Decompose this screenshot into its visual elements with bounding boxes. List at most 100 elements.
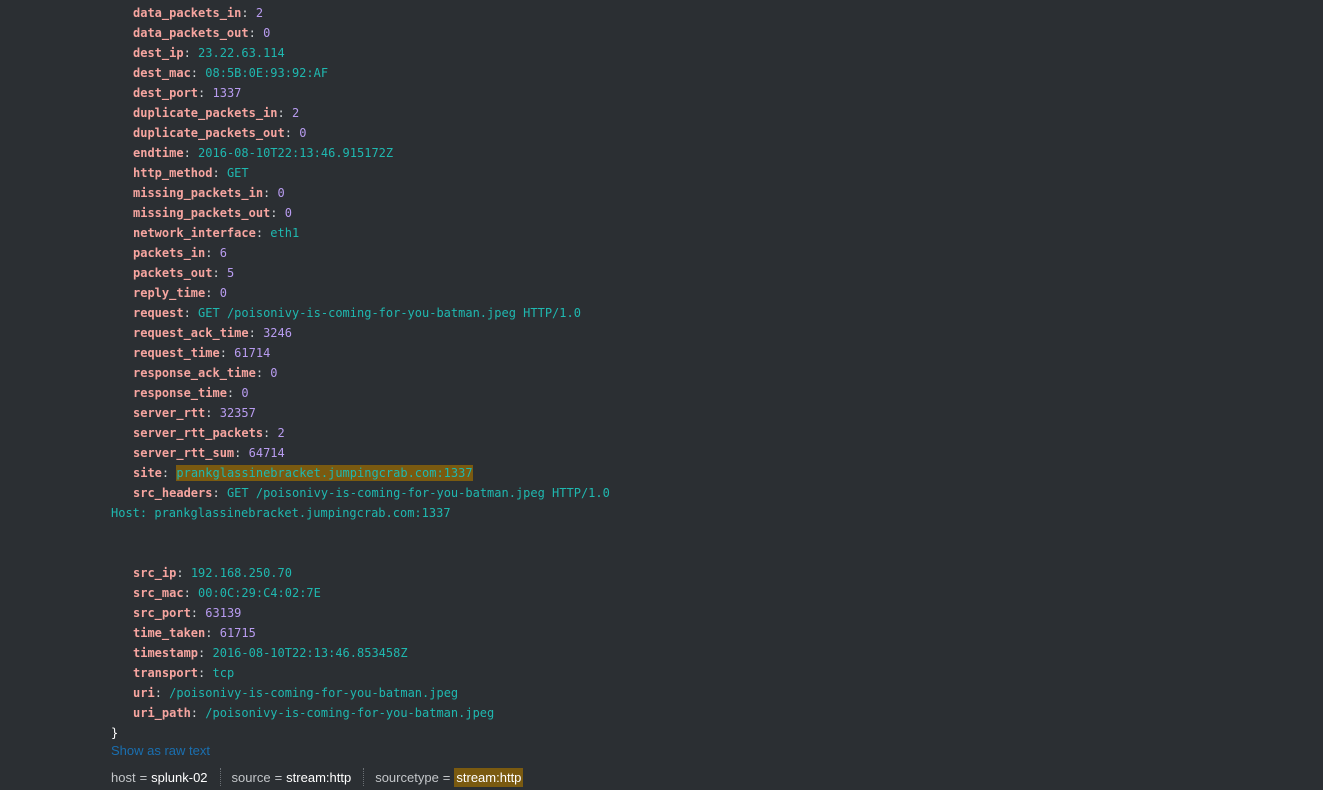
field-value[interactable]: 23.22.63.114 [198, 46, 285, 60]
field-value[interactable]: Host: prankglassinebracket.jumpingcrab.c… [111, 506, 451, 520]
field-value[interactable]: 61714 [234, 346, 270, 360]
meta-divider [219, 768, 221, 786]
field-value[interactable]: 2016-08-10T22:13:46.853458Z [213, 646, 408, 660]
field-key[interactable]: src_mac [133, 586, 184, 600]
field-value[interactable]: 0 [285, 206, 292, 220]
field-key[interactable]: missing_packets_in [133, 186, 263, 200]
field-value[interactable]: 2016-08-10T22:13:46.915172Z [198, 146, 393, 160]
host-value[interactable]: splunk-02 [151, 770, 207, 785]
host-field[interactable]: host = splunk-02 [111, 766, 208, 788]
field-row: network_interface: eth1 [111, 223, 610, 243]
field-colon: : [198, 86, 206, 100]
field-row: dest_port: 1337 [111, 83, 610, 103]
field-key[interactable]: network_interface [133, 226, 256, 240]
field-key[interactable]: endtime [133, 146, 184, 160]
sourcetype-field[interactable]: sourcetype = stream:http [375, 766, 524, 788]
field-key[interactable]: time_taken [133, 626, 205, 640]
field-key[interactable]: src_ip [133, 566, 176, 580]
field-key[interactable]: request_time [133, 346, 220, 360]
field-colon: : [241, 6, 249, 20]
field-key[interactable]: missing_packets_out [133, 206, 270, 220]
field-key[interactable]: request_ack_time [133, 326, 249, 340]
field-key[interactable]: transport [133, 666, 198, 680]
field-colon: : [205, 286, 213, 300]
field-value[interactable]: GET /poisonivy-is-coming-for-you-batman.… [198, 306, 581, 320]
field-row: time_taken: 61715 [111, 623, 610, 643]
source-field[interactable]: source = stream:http [232, 766, 352, 788]
field-value[interactable]: 61715 [220, 626, 256, 640]
field-colon: : [248, 26, 256, 40]
field-row: src_mac: 00:0C:29:C4:02:7E [111, 583, 610, 603]
field-key[interactable]: dest_ip [133, 46, 184, 60]
field-value[interactable]: 2 [292, 106, 299, 120]
field-colon: : [255, 226, 264, 240]
field-key[interactable]: response_time [133, 386, 227, 400]
field-value[interactable]: 64714 [249, 446, 285, 460]
field-colon: : [190, 706, 199, 720]
field-key[interactable]: request [133, 306, 184, 320]
field-value[interactable]: eth1 [270, 226, 299, 240]
show-raw-text-link[interactable]: Show as raw text [111, 743, 210, 758]
field-key[interactable]: data_packets_out [133, 26, 249, 40]
field-key[interactable]: dest_port [133, 86, 198, 100]
field-colon: : [212, 166, 220, 180]
field-row: timestamp: 2016-08-10T22:13:46.853458Z [111, 643, 610, 663]
field-key[interactable]: data_packets_in [133, 6, 241, 20]
field-value[interactable]: 5 [227, 266, 234, 280]
field-key[interactable]: uri [133, 686, 155, 700]
field-value[interactable]: 00:0C:29:C4:02:7E [198, 586, 321, 600]
field-colon: : [284, 126, 292, 140]
field-value[interactable]: 2 [278, 426, 285, 440]
field-colon: : [219, 346, 227, 360]
field-key[interactable]: http_method [133, 166, 212, 180]
field-key[interactable]: duplicate_packets_in [133, 106, 278, 120]
field-row: server_rtt_sum: 64714 [111, 443, 610, 463]
field-value[interactable]: 192.168.250.70 [191, 566, 292, 580]
field-value[interactable]: 32357 [220, 406, 256, 420]
field-row: endtime: 2016-08-10T22:13:46.915172Z [111, 143, 610, 163]
sourcetype-value[interactable]: stream:http [454, 767, 524, 787]
field-key[interactable]: server_rtt [133, 406, 205, 420]
field-value[interactable]: 63139 [205, 606, 241, 620]
field-key[interactable]: uri_path [133, 706, 191, 720]
field-value[interactable]: /poisonivy-is-coming-for-you-batman.jpeg [205, 706, 494, 720]
field-key[interactable]: dest_mac [133, 66, 191, 80]
host-key: host [111, 769, 136, 785]
field-key[interactable]: response_ack_time [133, 366, 256, 380]
field-key[interactable]: src_port [133, 606, 191, 620]
field-value[interactable]: GET [227, 166, 249, 180]
field-row: src_port: 63139 [111, 603, 610, 623]
field-value[interactable]: 1337 [213, 86, 242, 100]
source-value[interactable]: stream:http [286, 770, 351, 785]
field-row: duplicate_packets_in: 2 [111, 103, 610, 123]
field-key[interactable]: server_rtt_sum [133, 446, 234, 460]
field-value[interactable]: 2 [256, 6, 263, 20]
field-row: server_rtt: 32357 [111, 403, 610, 423]
field-value[interactable]: GET /poisonivy-is-coming-for-you-batman.… [227, 486, 610, 500]
field-value[interactable]: tcp [213, 666, 235, 680]
field-value[interactable]: 0 [241, 386, 248, 400]
field-row: response_ack_time: 0 [111, 363, 610, 383]
field-key[interactable]: site [133, 466, 162, 480]
field-value[interactable]: 6 [220, 246, 227, 260]
field-value[interactable]: 0 [299, 126, 306, 140]
field-key[interactable]: server_rtt_packets [133, 426, 263, 440]
field-value[interactable]: 0 [278, 186, 285, 200]
field-colon: : [234, 446, 242, 460]
field-key[interactable]: timestamp [133, 646, 198, 660]
field-value[interactable]: 0 [263, 26, 270, 40]
sourcetype-equals: = [442, 769, 451, 785]
field-key[interactable]: src_headers [133, 486, 212, 500]
field-value[interactable]: 3246 [263, 326, 292, 340]
field-value[interactable]: /poisonivy-is-coming-for-you-batman.jpeg [169, 686, 458, 700]
field-key[interactable]: duplicate_packets_out [133, 126, 285, 140]
field-key[interactable]: packets_in [133, 246, 205, 260]
field-row: request: GET /poisonivy-is-coming-for-yo… [111, 303, 610, 323]
field-value[interactable]: 0 [220, 286, 227, 300]
field-colon: : [277, 106, 285, 120]
field-key[interactable]: packets_out [133, 266, 212, 280]
field-value[interactable]: prankglassinebracket.jumpingcrab.com:133… [176, 465, 473, 481]
field-value[interactable]: 08:5B:0E:93:92:AF [205, 66, 328, 80]
field-value[interactable]: 0 [270, 366, 277, 380]
field-key[interactable]: reply_time [133, 286, 205, 300]
